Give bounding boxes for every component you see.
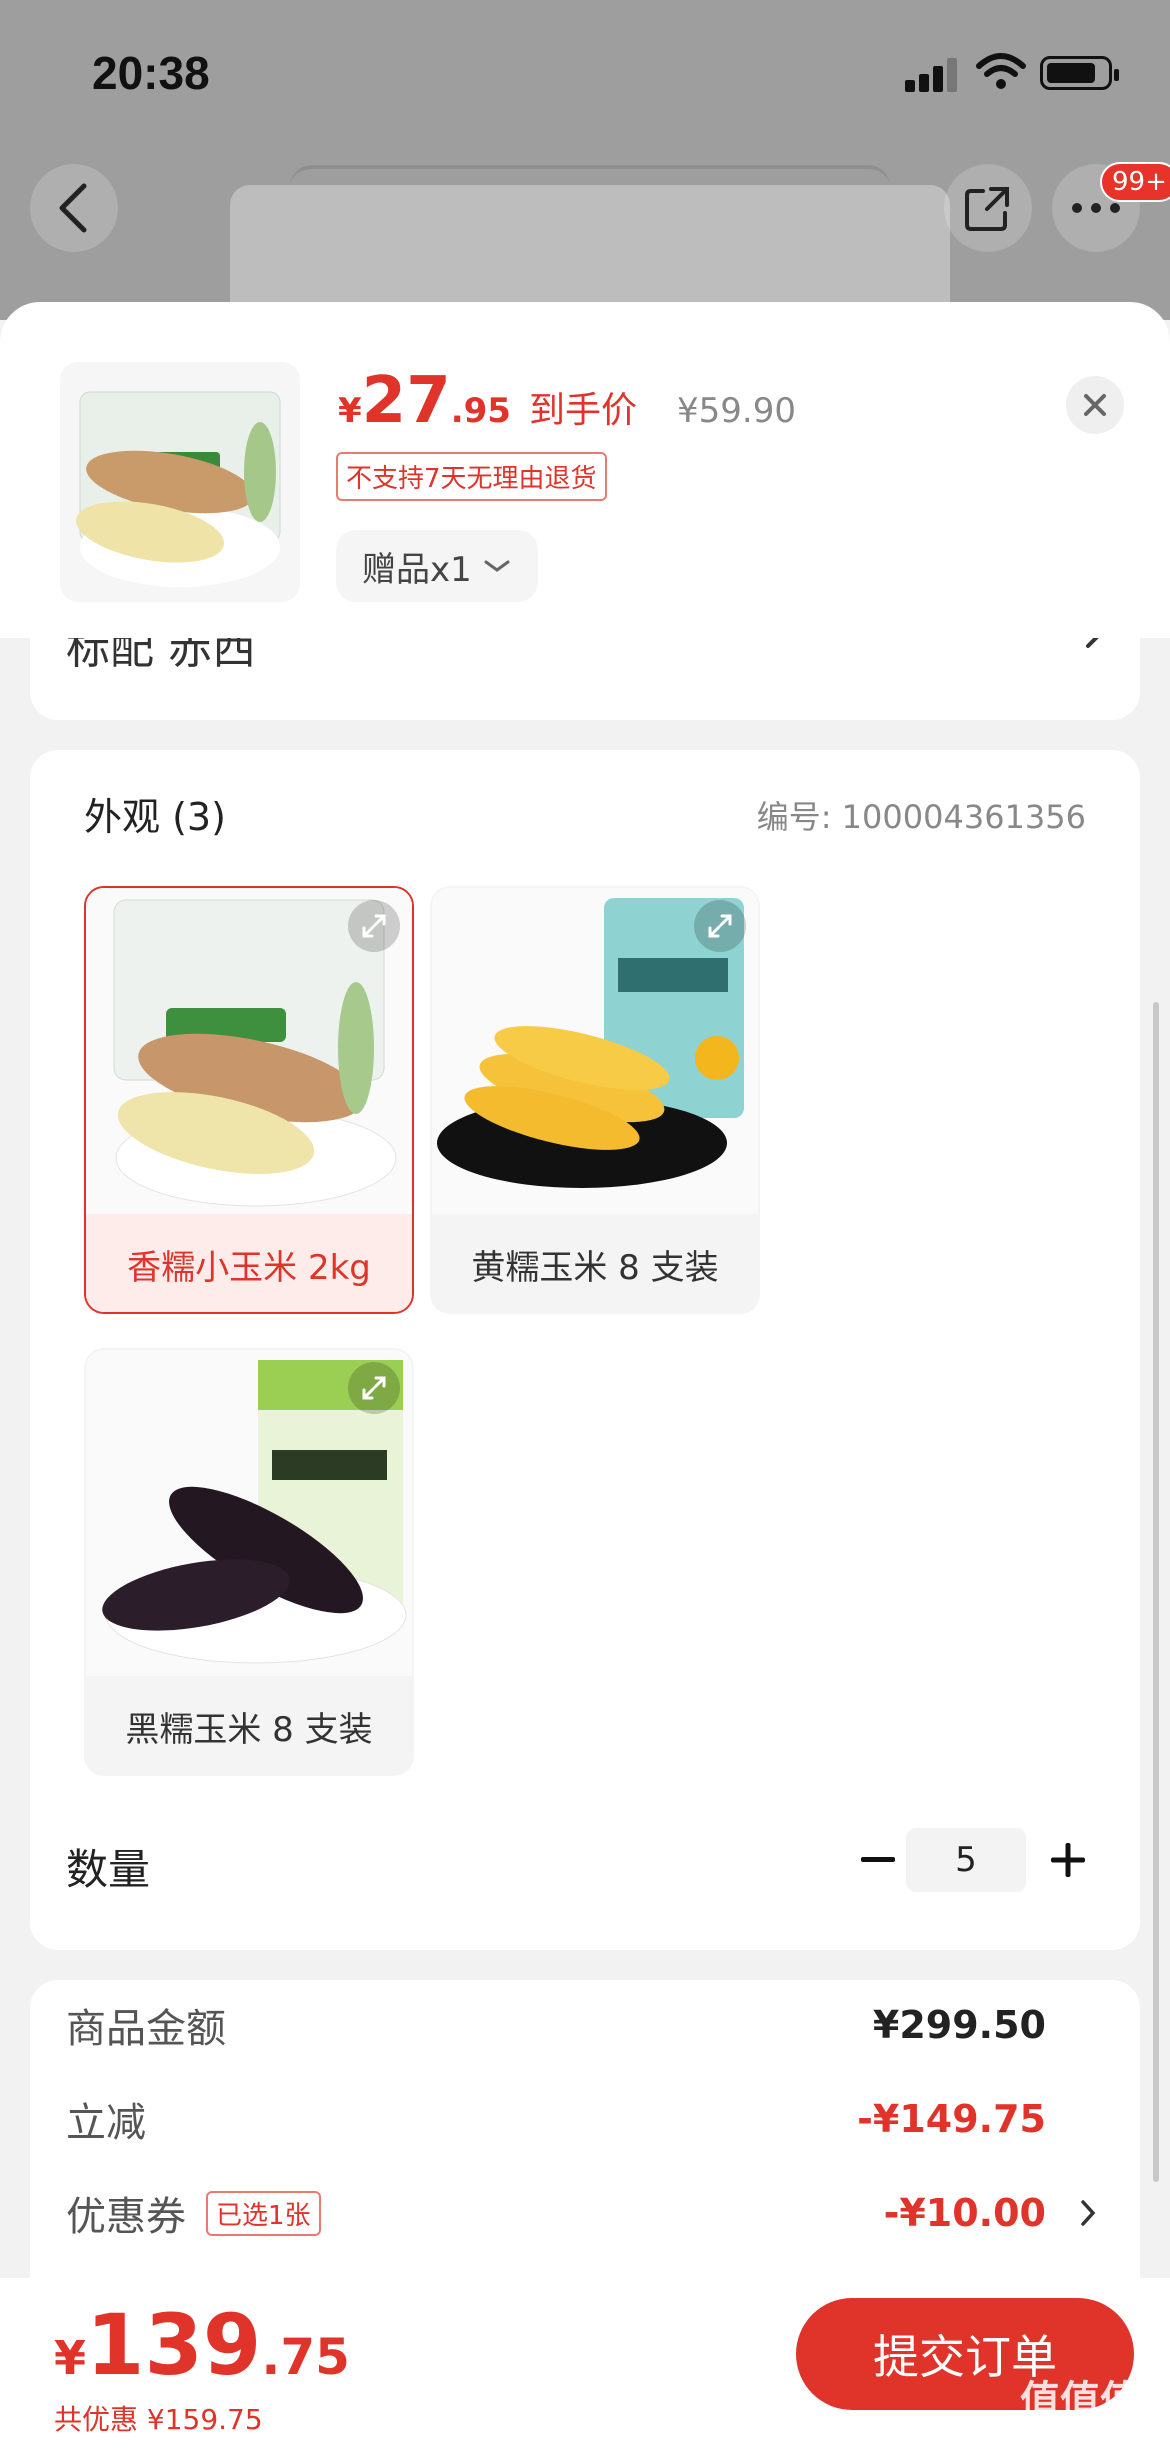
expand-image-button[interactable] [348,900,400,952]
status-bar: 20:38 [0,0,1170,140]
coupon-row[interactable]: 优惠券 已选1张 -¥10.00 [66,2178,1106,2248]
total-saved: 共优惠 ¥159.75 [54,2403,263,2436]
variant-section-title: 外观 (3) [84,795,226,839]
price-row: ¥ 27 .95 到手价 ¥59.90 [338,364,796,438]
chevron-right-icon [1081,2200,1096,2226]
wifi-icon [976,53,1026,89]
sheet-header: ¥ 27 .95 到手价 ¥59.90 不支持7天无理由退货 赠品x1 [0,302,1170,638]
variant-option-yellow-corn[interactable]: 黄糯玉米 8 支装 [430,886,760,1314]
variant-label: 香糯小玉米 2kg [86,1214,412,1312]
message-count-badge: 99+ [1100,162,1170,202]
goods-amount-label: 商品金额 [66,2006,226,2052]
more-dots-icon [1072,203,1120,213]
no-return-tag: 不支持7天无理由退货 [336,452,607,501]
expand-image-button[interactable] [694,900,746,952]
variant-label: 黄糯玉米 8 支装 [471,1247,719,1288]
expand-icon [362,914,386,938]
close-icon [1084,394,1106,416]
final-price-label: 到手价 [528,390,637,431]
watermark-logo: 值值值 [1020,2378,1140,2424]
chevron-down-icon [484,560,510,572]
product-thumbnail[interactable] [60,362,300,602]
expand-icon [708,914,732,938]
back-button[interactable] [30,164,118,252]
instant-discount-row: 立减 -¥149.75 [66,2084,1106,2154]
close-button[interactable] [1066,376,1124,434]
plus-icon [1051,1843,1085,1877]
instant-discount-value: -¥149.75 [857,2097,1046,2141]
scrollbar[interactable] [1153,1002,1159,2182]
coupon-label: 优惠券 [66,2194,186,2240]
total-decimal: .75 [261,2328,350,2386]
checkout-bar: ¥ 139 .75 共优惠 ¥159.75 提交订单 [0,2278,1170,2450]
expand-icon [362,1376,386,1400]
expand-image-button[interactable] [348,1362,400,1414]
variant-label: 黑糯玉米 8 支装 [125,1709,373,1750]
share-icon [965,187,1009,231]
price-integer: 27 [361,364,451,438]
chevron-left-icon [59,183,87,233]
battery-icon [1040,56,1119,90]
gift-label: 赠品x1 [362,549,472,590]
price-decimal: .95 [450,391,511,431]
signal-icon [905,58,961,92]
instant-discount-label: 立减 [66,2100,146,2146]
quantity-label: 数量 [66,1845,151,1894]
variant-option-black-corn[interactable]: 黑糯玉米 8 支装 [84,1348,414,1776]
watermark-url: zhizhizhi.com [1020,2426,1142,2447]
corn-gift-box-image [75,391,281,587]
goods-amount-value: ¥299.50 [872,2003,1046,2047]
minus-icon [861,1857,895,1862]
quantity-input[interactable]: 5 [906,1828,1026,1892]
status-time: 20:38 [92,47,210,99]
background-product-image [230,165,950,320]
sku-selection-sheet: ¥ 27 .95 到手价 ¥59.90 不支持7天无理由退货 赠品x1 标配 赤… [0,302,1170,2450]
variant-card: 外观 (3) 编号: 100004361356 香糯小玉米 2kg 黄糯玉米 8… [30,750,1140,1950]
share-button[interactable] [944,164,1032,252]
price-currency: ¥ [338,391,362,431]
gift-selector[interactable]: 赠品x1 [336,530,538,602]
product-serial-number: 编号: 100004361356 [756,798,1086,836]
original-price: ¥59.90 [676,391,796,431]
quantity-decrease-button[interactable] [850,1832,906,1888]
quantity-increase-button[interactable] [1040,1832,1096,1888]
total-price: ¥ 139 .75 [54,2296,368,2394]
variant-option-fragrant-corn[interactable]: 香糯小玉米 2kg [84,886,414,1314]
coupon-value: -¥10.00 [883,2191,1046,2235]
total-integer: 139 [86,2296,262,2394]
watermark: 值值值 zhizhizhi.com [1020,2368,1142,2447]
goods-amount-row: 商品金额 ¥299.50 [66,1990,1106,2060]
coupon-selected-tag: 已选1张 [206,2190,321,2236]
total-currency: ¥ [54,2331,87,2385]
